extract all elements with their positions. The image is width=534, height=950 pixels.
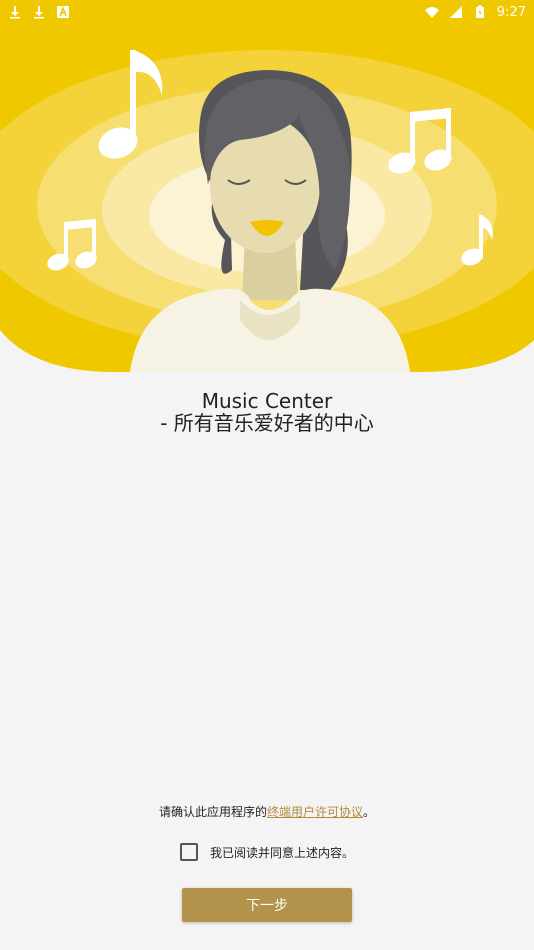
app-tagline: - 所有音乐爱好者的中心 <box>160 411 374 435</box>
app-title-block: Music Center - 所有音乐爱好者的中心 <box>0 390 534 434</box>
agreement-row[interactable]: 我已阅读并同意上述内容。 <box>0 843 534 861</box>
signal-icon <box>449 5 463 19</box>
battery-icon <box>473 5 487 19</box>
download-icon <box>32 5 46 19</box>
hero-illustration <box>0 0 534 380</box>
eula-prefix: 请确认此应用程序的 <box>158 805 267 819</box>
next-button[interactable]: 下一步 <box>182 888 352 922</box>
status-bar: 9:27 <box>0 0 534 24</box>
agreement-checkbox[interactable] <box>179 843 198 861</box>
wifi-icon <box>424 5 439 19</box>
clock: 9:27 <box>496 4 526 20</box>
app-notification-icon <box>56 5 70 19</box>
download-icon <box>8 5 22 19</box>
agreement-label[interactable]: 我已阅读并同意上述内容。 <box>210 844 354 861</box>
app-name: Music Center <box>201 389 333 413</box>
eula-notice: 请确认此应用程序的终端用户许可协议。 <box>0 803 534 820</box>
eula-link[interactable]: 终端用户许可协议 <box>267 805 363 819</box>
eula-suffix: 。 <box>363 805 376 819</box>
